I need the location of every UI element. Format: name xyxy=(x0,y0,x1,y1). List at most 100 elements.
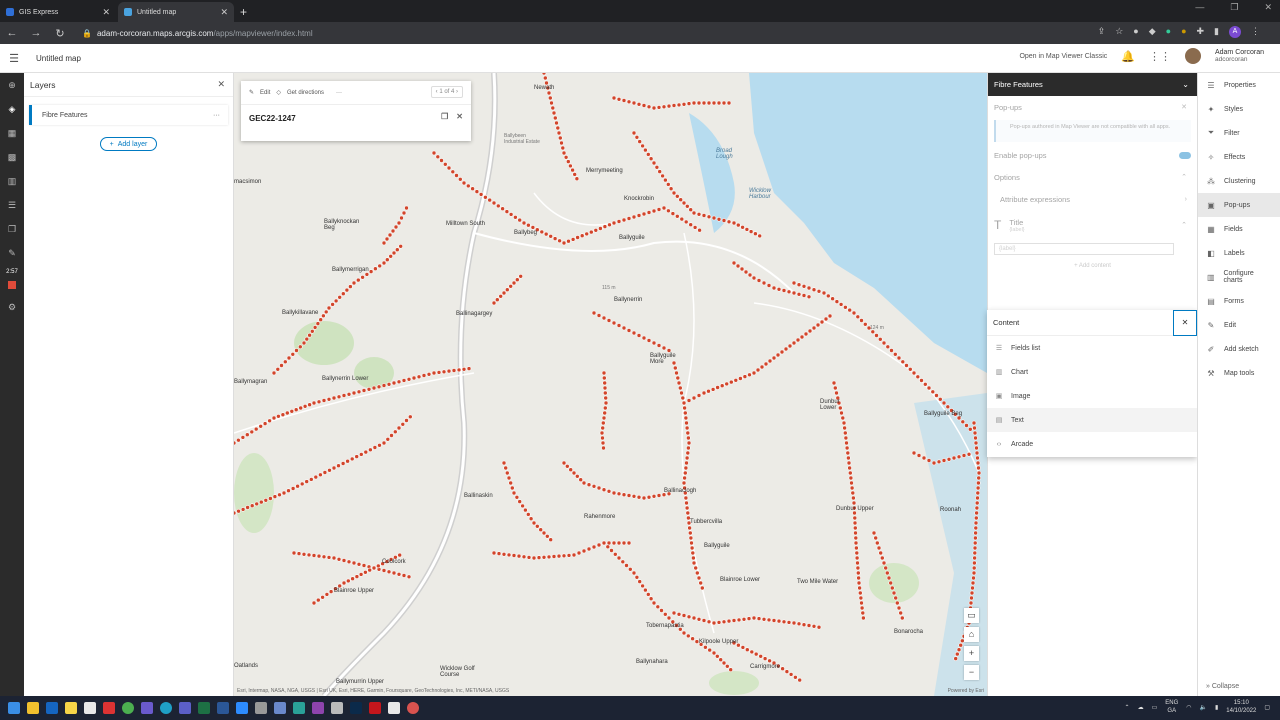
tool-add-sketch[interactable]: ✐ Add sketch xyxy=(1198,337,1280,361)
profile-avatar[interactable]: A xyxy=(1229,26,1241,38)
fibre-feature-point[interactable] xyxy=(254,501,260,507)
fibre-feature-point[interactable] xyxy=(572,172,578,177)
fibre-feature-point[interactable] xyxy=(294,348,299,353)
fibre-feature-point[interactable] xyxy=(660,173,665,179)
fibre-feature-point[interactable] xyxy=(816,289,822,294)
fibre-feature-point[interactable] xyxy=(636,333,642,338)
close-tab-icon[interactable]: ✕ xyxy=(220,7,228,18)
minimize-icon[interactable]: — xyxy=(1195,2,1204,13)
fibre-feature-point[interactable] xyxy=(611,320,617,326)
fibre-feature-point[interactable] xyxy=(761,616,767,622)
fibre-feature-point[interactable] xyxy=(311,553,317,558)
fibre-feature-point[interactable] xyxy=(657,169,663,174)
fibre-feature-point[interactable] xyxy=(586,546,592,552)
fibre-feature-point[interactable] xyxy=(687,530,693,536)
fibre-feature-point[interactable] xyxy=(691,100,697,106)
fibre-feature-point[interactable] xyxy=(387,232,393,238)
fibre-feature-point[interactable] xyxy=(881,560,887,566)
fibre-feature-point[interactable] xyxy=(373,266,378,271)
fibre-feature-point[interactable] xyxy=(581,480,587,486)
fibre-feature-point[interactable] xyxy=(626,216,632,221)
basemap-icon[interactable]: ▩ xyxy=(0,145,24,169)
fibre-feature-point[interactable] xyxy=(736,617,742,623)
title-element-row[interactable]: T Title {label} ⌃ xyxy=(988,210,1197,240)
fibre-feature-point[interactable] xyxy=(640,583,645,589)
fibre-feature-point[interactable] xyxy=(690,636,695,642)
tool-popups[interactable]: ▣ Pop-ups xyxy=(1198,193,1280,217)
fibre-feature-point[interactable] xyxy=(331,395,337,401)
fibre-feature-point[interactable] xyxy=(796,292,802,297)
fibre-feature-point[interactable] xyxy=(561,150,567,156)
fibre-feature-point[interactable] xyxy=(461,366,467,372)
fibre-feature-point[interactable] xyxy=(710,387,716,392)
fibre-feature-point[interactable] xyxy=(968,600,974,606)
fibre-feature-point[interactable] xyxy=(896,355,902,361)
fibre-feature-point[interactable] xyxy=(641,335,647,341)
fibre-feature-point[interactable] xyxy=(738,376,743,381)
fibre-feature-point[interactable] xyxy=(646,104,652,110)
fibre-feature-point[interactable] xyxy=(396,220,402,226)
fibre-feature-point[interactable] xyxy=(682,470,688,476)
fibre-feature-point[interactable] xyxy=(975,455,980,461)
fibre-feature-point[interactable] xyxy=(315,321,321,326)
fibre-feature-point[interactable] xyxy=(511,553,517,558)
fibre-feature-point[interactable] xyxy=(801,293,807,298)
fibre-feature-point[interactable] xyxy=(873,535,879,541)
notepad-icon[interactable] xyxy=(84,702,96,714)
extension-icon[interactable]: ● xyxy=(1181,26,1186,38)
fibre-feature-point[interactable] xyxy=(396,379,402,385)
fibre-feature-point[interactable] xyxy=(354,454,359,459)
browser-tab-gis-express[interactable]: GIS Express ✕ xyxy=(0,2,116,22)
extension-icon[interactable]: ● xyxy=(1166,26,1171,38)
fibre-feature-point[interactable] xyxy=(855,565,861,571)
fibre-feature-point[interactable] xyxy=(701,100,707,106)
fibre-feature-point[interactable] xyxy=(491,300,497,306)
back-icon[interactable]: ← xyxy=(0,27,24,39)
fibre-feature-point[interactable] xyxy=(741,616,747,622)
tool-edit[interactable]: ✎ Edit xyxy=(1198,313,1280,337)
fibre-feature-point[interactable] xyxy=(450,169,456,175)
fibre-feature-point[interactable] xyxy=(892,351,898,357)
fibre-feature-point[interactable] xyxy=(680,395,686,401)
fibre-feature-point[interactable] xyxy=(891,590,897,596)
fibre-feature-point[interactable] xyxy=(511,490,517,496)
fibre-feature-point[interactable] xyxy=(874,333,879,338)
fibre-feature-point[interactable] xyxy=(600,440,606,446)
fibre-feature-point[interactable] xyxy=(961,453,967,458)
fibre-feature-point[interactable] xyxy=(688,222,694,227)
fibre-feature-point[interactable] xyxy=(621,98,627,103)
fibre-feature-point[interactable] xyxy=(857,585,862,591)
fibre-feature-point[interactable] xyxy=(686,435,691,441)
fibre-feature-point[interactable] xyxy=(975,460,981,466)
fibre-feature-point[interactable] xyxy=(662,611,668,617)
fibre-feature-point[interactable] xyxy=(801,622,807,628)
app-icon[interactable] xyxy=(331,702,343,714)
fibre-feature-point[interactable] xyxy=(561,240,567,246)
fibre-feature-point[interactable] xyxy=(596,485,602,491)
fibre-feature-point[interactable] xyxy=(795,337,801,343)
fibre-feature-point[interactable] xyxy=(951,455,957,461)
fibre-feature-point[interactable] xyxy=(574,473,580,479)
fibre-feature-point[interactable] xyxy=(318,317,323,322)
fibre-feature-point[interactable] xyxy=(605,544,611,550)
fibre-feature-point[interactable] xyxy=(591,544,597,550)
fibre-feature-point[interactable] xyxy=(654,165,660,170)
fibre-feature-point[interactable] xyxy=(331,555,337,561)
new-tab-icon[interactable]: + xyxy=(240,2,247,22)
fibre-feature-point[interactable] xyxy=(321,398,327,403)
bell-icon[interactable]: 🔔 xyxy=(1121,50,1135,63)
fibre-feature-point[interactable] xyxy=(361,388,367,393)
edit-icon[interactable]: ✎ xyxy=(249,89,254,96)
fibre-feature-point[interactable] xyxy=(671,610,677,616)
battery-icon[interactable]: ▮ xyxy=(1215,704,1218,711)
fibre-feature-point[interactable] xyxy=(245,505,250,510)
popup-directions-button[interactable]: Get directions xyxy=(287,90,324,96)
fibre-feature-point[interactable] xyxy=(599,430,605,436)
fibre-feature-point[interactable] xyxy=(307,332,312,338)
fibre-feature-point[interactable] xyxy=(299,481,305,487)
fibre-feature-point[interactable] xyxy=(776,618,782,624)
fibre-feature-point[interactable] xyxy=(550,105,556,111)
fibre-feature-point[interactable] xyxy=(689,540,694,546)
fibre-feature-point[interactable] xyxy=(681,480,687,486)
tool-properties[interactable]: ☰ Properties xyxy=(1198,73,1280,97)
